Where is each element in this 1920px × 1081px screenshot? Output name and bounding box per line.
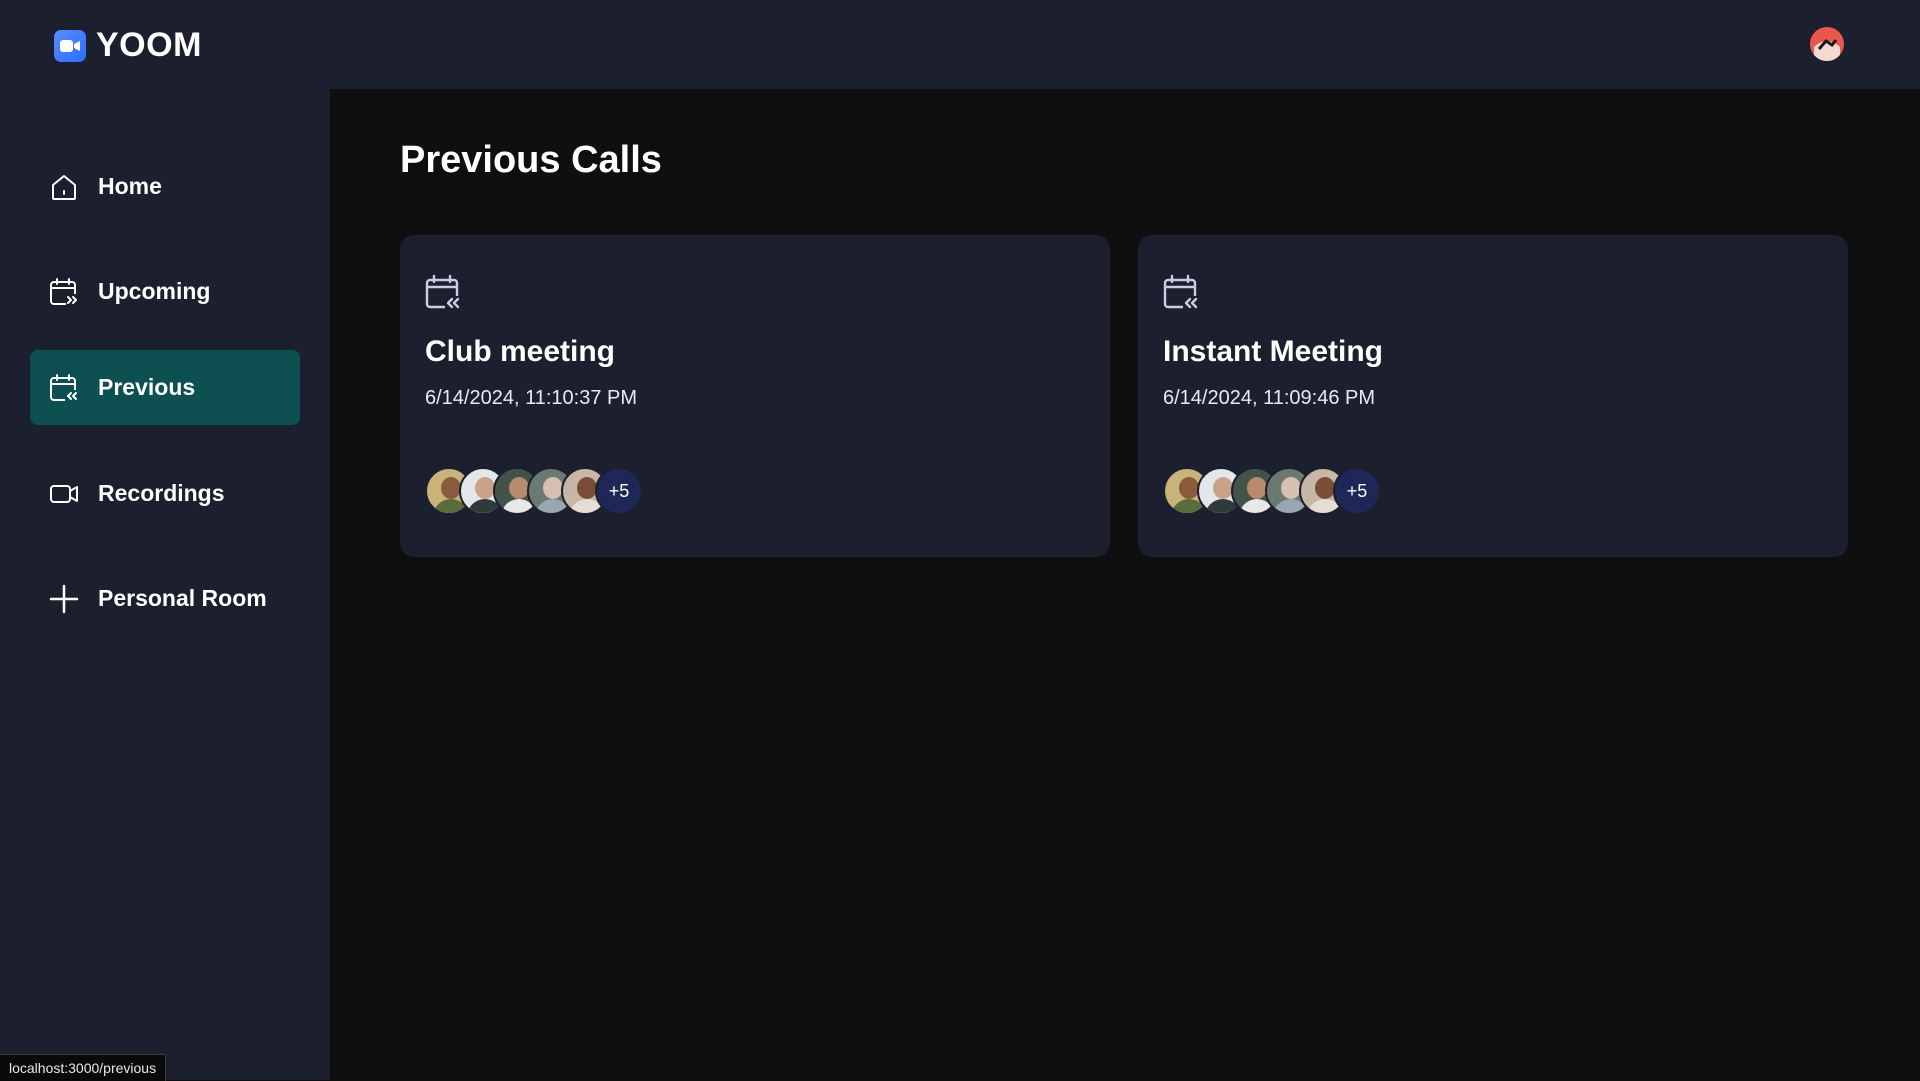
meeting-date: 6/14/2024, 11:09:46 PM [1163, 387, 1376, 409]
main-content: Previous Calls Club meeting 6/14/2024, 1… [330, 89, 1920, 1080]
attendee-avatars: +5 [1163, 467, 1403, 517]
sidebar-item-personal-room[interactable]: Personal Room [30, 561, 300, 636]
plus-icon [49, 584, 79, 613]
meeting-date: 6/14/2024, 11:10:37 PM [425, 387, 638, 409]
sidebar-item-label: Upcoming [98, 278, 211, 304]
meeting-title: Instant Meeting [1163, 335, 1384, 368]
extra-attendees-badge: +5 [1333, 467, 1381, 515]
user-avatar-button[interactable] [1810, 27, 1844, 61]
app-logo[interactable]: YOOM [54, 26, 202, 65]
app-name: YOOM [96, 26, 202, 64]
video-camera-logo-icon [54, 29, 86, 62]
calendar-back-icon [50, 373, 79, 403]
top-navbar: YOOM [0, 0, 1920, 89]
meeting-card[interactable]: Club meeting 6/14/2024, 11:10:37 PM +5 [400, 235, 1110, 557]
home-icon [52, 174, 76, 200]
sidebar-item-label: Previous [98, 374, 196, 400]
sidebar: Home Upcoming Previous Recordings Person… [0, 89, 330, 1080]
attendee-avatars: +5 [425, 467, 665, 517]
sidebar-item-previous[interactable]: Previous [30, 350, 300, 425]
page-title: Previous Calls [400, 139, 662, 181]
sidebar-item-recordings[interactable]: Recordings [30, 456, 300, 531]
sidebar-item-home[interactable]: Home [30, 149, 300, 224]
user-avatar-icon [1810, 27, 1844, 61]
meeting-title: Club meeting [425, 335, 616, 368]
sidebar-item-label: Recordings [98, 480, 225, 506]
sidebar-item-upcoming[interactable]: Upcoming [30, 254, 300, 329]
status-bar-url: localhost:3000/previous [0, 1054, 167, 1081]
sidebar-item-label: Home [98, 173, 162, 199]
extra-attendees-badge: +5 [595, 467, 643, 515]
calendar-back-icon [425, 274, 462, 311]
calendar-forward-icon [50, 277, 79, 307]
video-icon [50, 484, 78, 503]
meeting-card[interactable]: Instant Meeting 6/14/2024, 11:09:46 PM +… [1138, 235, 1848, 557]
sidebar-item-label: Personal Room [98, 585, 267, 611]
calendar-back-icon [1163, 274, 1200, 311]
